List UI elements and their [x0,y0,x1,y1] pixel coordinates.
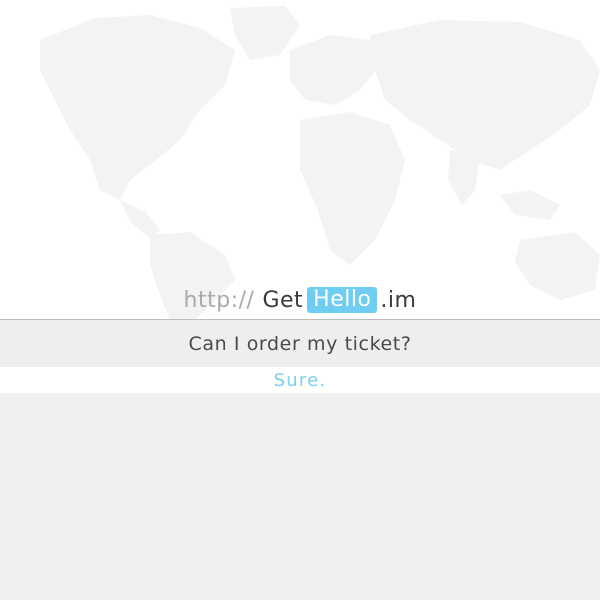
question-bar: Can I order my ticket? [0,320,600,367]
logo-tld: .im [380,287,417,313]
content-area [0,393,600,600]
logo-prefix: http:// [183,287,255,313]
question-text: Can I order my ticket? [188,332,412,355]
answer-bar: Sure. [0,367,600,393]
answer-text: Sure. [273,369,327,391]
logo-get: Get [262,287,304,313]
world-map-icon [40,6,600,320]
page: http:// Get Hello .im Can I order my tic… [0,0,600,600]
logo-hello-badge: Hello [307,287,378,313]
hero-banner: http:// Get Hello .im [0,0,600,320]
site-logo[interactable]: http:// Get Hello .im [0,283,600,317]
